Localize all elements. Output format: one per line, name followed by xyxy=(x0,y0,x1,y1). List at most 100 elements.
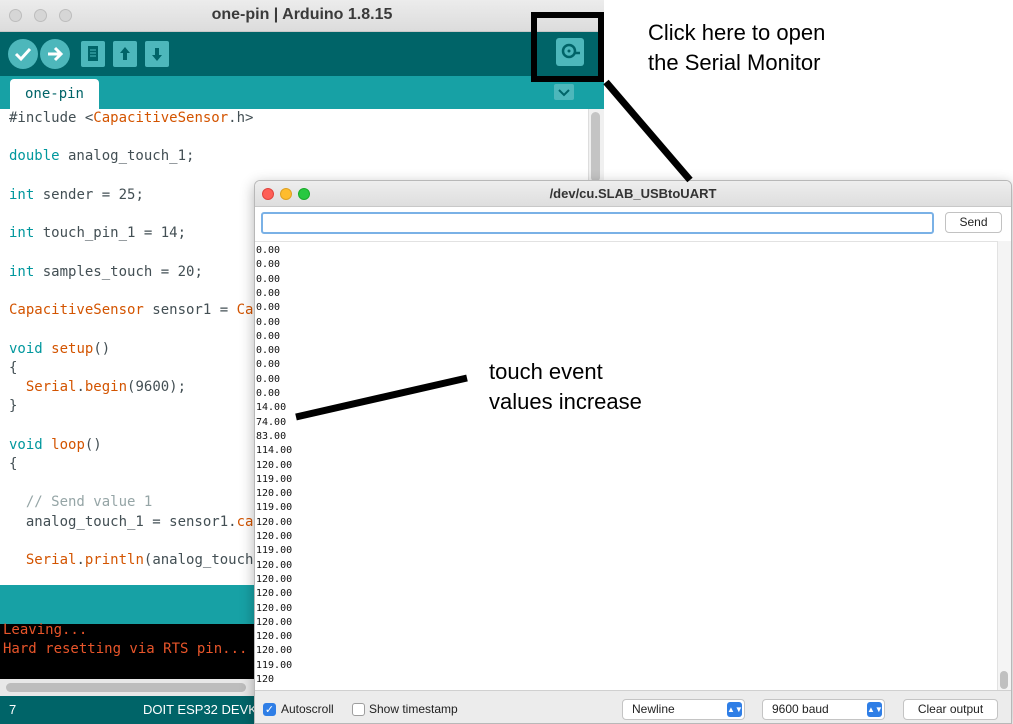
code-line: int sender = 25; xyxy=(9,187,144,203)
serial-output-line: 0.00 xyxy=(256,316,281,328)
annotation-line: Click here to open xyxy=(648,20,826,45)
code-token: samples_touch = 20; xyxy=(34,264,203,280)
code-token: double xyxy=(9,148,60,164)
annotation-line: touch event xyxy=(489,359,603,384)
annotation-line: the Serial Monitor xyxy=(648,50,821,75)
open-sketch-button[interactable] xyxy=(113,41,137,67)
new-sketch-button[interactable] xyxy=(81,41,105,67)
serial-output-line: 83.00 xyxy=(256,430,287,442)
code-token: . xyxy=(76,379,85,395)
upload-button[interactable] xyxy=(40,39,70,69)
tab-one-pin[interactable]: one-pin xyxy=(10,79,99,109)
code-line: } xyxy=(9,398,18,414)
window-title: one-pin | Arduino 1.8.15 xyxy=(211,6,393,23)
code-token: #include < xyxy=(9,110,94,126)
console-line: Hard resetting via RTS pin... xyxy=(3,641,248,657)
serial-output-line: 120.00 xyxy=(256,459,293,471)
code-token: .h> xyxy=(228,110,254,126)
code-line: int touch_pin_1 = 14; xyxy=(9,225,186,241)
code-line: int samples_touch = 20; xyxy=(9,264,203,280)
serial-input-field[interactable] xyxy=(261,212,934,234)
code-token: () xyxy=(93,341,111,357)
serial-output-line: 120.00 xyxy=(256,588,293,600)
ide-tabbar: one-pin xyxy=(0,76,604,109)
line-ending-select[interactable]: Newline ▲▼ xyxy=(622,699,745,720)
serial-output-line: 0.00 xyxy=(256,245,281,256)
serial-output-line: 119.00 xyxy=(256,659,293,671)
code-line: void setup() xyxy=(9,341,110,357)
code-line: { xyxy=(9,456,18,472)
console-line: Leaving... xyxy=(3,622,88,638)
serial-output-line: 74.00 xyxy=(256,416,287,428)
board-name: DOIT ESP32 DEVKIT xyxy=(143,702,269,717)
serial-output-line: 120.00 xyxy=(256,531,293,542)
serial-output-line: 0.00 xyxy=(256,345,281,357)
code-token: Ca xyxy=(236,302,254,318)
serial-output-line: 120.00 xyxy=(256,573,293,585)
code-line: Serial.begin(9600); xyxy=(9,379,186,395)
serial-output-line: 0.00 xyxy=(256,273,281,285)
code-token: (9600); xyxy=(127,379,187,395)
code-token: . xyxy=(76,552,85,568)
code-token: (analog_touch xyxy=(143,552,254,568)
serial-monitor-bottom-bar: ✓ Autoscroll Show timestamp Newline ▲▼ 9… xyxy=(255,690,1011,723)
serial-output-line: 119.00 xyxy=(256,545,293,557)
autoscroll-label: Autoscroll xyxy=(281,702,334,716)
serial-output-line: 120.00 xyxy=(256,602,293,614)
serial-output-area: 0.00 0.00 0.00 0.00 0.00 0.00 0.00 0.00 0.00 0.00… xyxy=(255,241,997,690)
console-scroll-thumb[interactable] xyxy=(6,683,246,692)
code-token: setup xyxy=(51,341,94,357)
tab-menu-button[interactable] xyxy=(554,84,574,100)
output-scroll-thumb[interactable] xyxy=(1000,671,1008,689)
checkmark-icon xyxy=(14,47,32,62)
serial-output-line: 0.00 xyxy=(256,287,281,299)
code-token: analog_touch_1; xyxy=(59,148,195,164)
code-comment: // Send value 1 xyxy=(9,494,153,510)
serial-output-line: 119.00 xyxy=(256,473,293,485)
code-line: { xyxy=(9,360,18,376)
code-token: ca xyxy=(236,514,254,530)
baud-rate-value: 9600 baud xyxy=(772,702,829,716)
serial-output-line: 0.00 xyxy=(256,259,281,271)
send-button[interactable]: Send xyxy=(945,212,1002,233)
clear-output-button[interactable]: Clear output xyxy=(903,699,998,720)
arrow-up-icon xyxy=(120,47,130,60)
serial-monitor-title: /dev/cu.SLAB_USBtoUART xyxy=(549,186,717,201)
verify-button[interactable] xyxy=(8,39,38,69)
output-scrollbar[interactable] xyxy=(997,241,1011,690)
code-line: CapacitiveSensor sensor1 = Ca xyxy=(9,302,253,318)
serial-output-line: 0.00 xyxy=(256,359,281,371)
baud-rate-select[interactable]: 9600 baud ▲▼ xyxy=(762,699,885,720)
serial-output-line: 0.00 xyxy=(256,330,281,342)
save-sketch-button[interactable] xyxy=(145,41,169,67)
show-timestamp-label: Show timestamp xyxy=(369,702,458,716)
ide-titlebar: one-pin | Arduino 1.8.15 xyxy=(0,0,604,32)
serial-output-line: 114.00 xyxy=(256,445,293,457)
touch-event-annotation: touch event values increase xyxy=(489,357,642,417)
serial-monitor-titlebar: /dev/cu.SLAB_USBtoUART xyxy=(255,181,1011,207)
code-token: CapacitiveSensor xyxy=(93,110,229,126)
code-token: touch_pin_1 = 14; xyxy=(34,225,187,241)
serial-output-line: 120.00 xyxy=(256,616,293,628)
serial-output-line: 0.00 xyxy=(256,302,281,314)
code-line: analog_touch_1 = sensor1.ca xyxy=(9,514,254,530)
code-token: CapacitiveSensor xyxy=(9,302,144,318)
editor-scroll-thumb[interactable] xyxy=(591,112,600,182)
select-arrows-icon: ▲▼ xyxy=(867,702,883,717)
serial-output-line: 120.00 xyxy=(256,516,293,528)
serial-output-line: 119.00 xyxy=(256,502,293,514)
code-token: int xyxy=(9,264,35,280)
annotation-line: values increase xyxy=(489,389,642,414)
select-arrows-icon: ▲▼ xyxy=(727,702,743,717)
show-timestamp-checkbox[interactable] xyxy=(352,703,365,716)
code-line: #include <CapacitiveSensor.h> xyxy=(9,110,253,126)
code-token: void xyxy=(9,341,43,357)
code-token: Serial xyxy=(25,379,77,395)
code-token: int xyxy=(9,225,35,241)
serial-output-line: 0.00 xyxy=(256,373,281,385)
serial-output-line: 14.00 xyxy=(256,402,287,414)
autoscroll-checkbox[interactable]: ✓ xyxy=(263,703,276,716)
line-number: 7 xyxy=(9,702,17,717)
chevron-down-icon xyxy=(558,89,570,97)
